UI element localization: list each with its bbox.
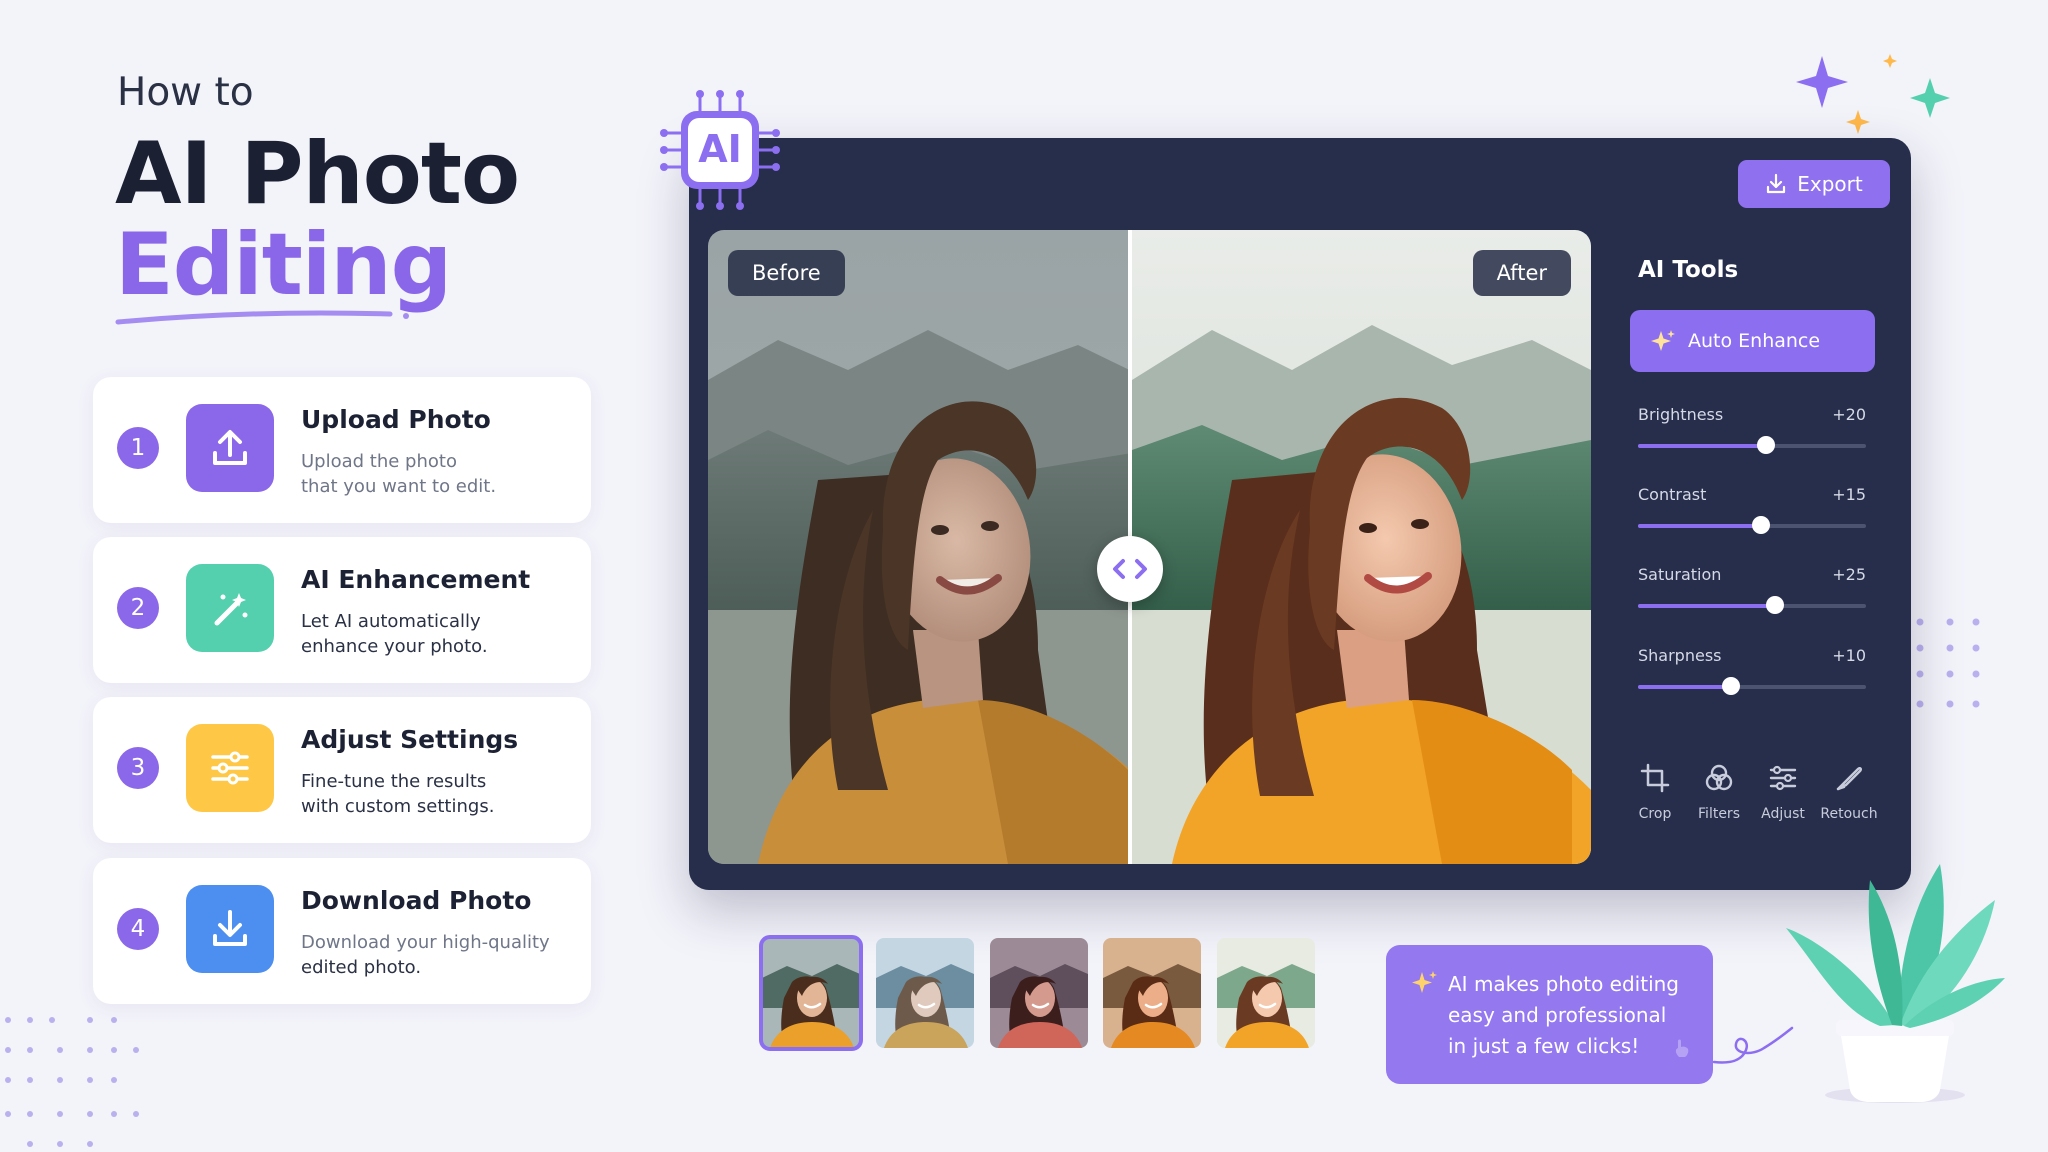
- tool-filters[interactable]: Filters: [1684, 758, 1754, 822]
- step-title: Adjust Settings: [301, 725, 519, 754]
- kicker-text: How to: [117, 70, 254, 115]
- step-card-ai-enhancement[interactable]: 2 AI Enhancement Let AI automatically enh…: [93, 537, 591, 683]
- step-title: Download Photo: [301, 886, 532, 915]
- download-icon: [1767, 173, 1786, 194]
- auto-enhance-button[interactable]: Auto Enhance: [1630, 310, 1875, 372]
- after-label: After: [1472, 250, 1571, 296]
- callout-text: AI makes photo editing easy and professi…: [1448, 972, 1679, 1058]
- sparkle-icon: [1651, 330, 1675, 351]
- before-label: Before: [728, 250, 845, 296]
- auto-enhance-label: Auto Enhance: [1688, 330, 1821, 352]
- before-image: [708, 230, 1130, 864]
- title-underline: [115, 310, 409, 325]
- step-card-upload[interactable]: 1 Upload Photo Upload the photo that you …: [93, 377, 591, 523]
- slider-thumb[interactable]: [1722, 677, 1741, 695]
- slider-label: Sharpness: [1638, 646, 1722, 665]
- slider-sharpness[interactable]: Sharpness +10: [1638, 646, 1866, 706]
- slider-contrast[interactable]: Contrast +15: [1638, 485, 1866, 545]
- export-label: Export: [1797, 172, 1863, 196]
- slider-track[interactable]: [1638, 436, 1866, 454]
- slider-thumb[interactable]: [1752, 516, 1771, 534]
- step-description: Let AI automatically enhance your photo.: [301, 611, 488, 657]
- after-image: [1132, 230, 1591, 864]
- step-card-download[interactable]: 4 Download Photo Download your high-qual…: [93, 858, 591, 1004]
- sparkle-decoration: [1796, 54, 1950, 134]
- info-callout: AI makes photo editing easy and professi…: [1386, 945, 1713, 1084]
- export-button[interactable]: Export: [1738, 160, 1890, 208]
- step-number: 1: [117, 427, 159, 469]
- before-after-compare[interactable]: Before After: [708, 230, 1591, 864]
- slider-track[interactable]: [1638, 677, 1866, 695]
- retouch-icon: [1814, 758, 1884, 798]
- step-card-adjust-settings[interactable]: 3 Adjust Settings Fine-tune the results w…: [93, 697, 591, 843]
- dot-grid-decoration: [5, 1017, 139, 1147]
- slider-fill: [1638, 444, 1766, 448]
- tool-label: Crop: [1638, 806, 1672, 822]
- pointer-hand-icon: [1675, 1039, 1689, 1057]
- ai-chip-label: AI: [698, 127, 742, 171]
- slider-track[interactable]: [1638, 516, 1866, 534]
- slider-value: +15: [1832, 485, 1866, 504]
- filters-icon: [1684, 758, 1754, 798]
- step-description: Fine-tune the results with custom setting…: [301, 771, 495, 817]
- filter-thumbnail-cool[interactable]: [876, 938, 974, 1048]
- sparkle-icon: [1412, 971, 1437, 993]
- step-title: AI Enhancement: [301, 565, 531, 594]
- dot-grid-decoration: [1916, 618, 1980, 708]
- slider-saturation[interactable]: Saturation +25: [1638, 565, 1866, 625]
- slider-track[interactable]: [1638, 596, 1866, 614]
- magic-wand-icon: [186, 564, 274, 652]
- plant-illustration: [1786, 864, 2005, 1103]
- slider-label: Brightness: [1638, 405, 1724, 424]
- slider-thumb[interactable]: [1756, 436, 1775, 454]
- slider-label: Contrast: [1638, 485, 1707, 504]
- slider-brightness[interactable]: Brightness +20: [1638, 405, 1866, 465]
- compare-drag-handle[interactable]: [1097, 536, 1163, 602]
- slider-value: +10: [1832, 646, 1866, 665]
- filter-thumbnail-original[interactable]: [759, 935, 863, 1051]
- tool-crop[interactable]: Crop: [1620, 758, 1690, 822]
- upload-icon: [186, 404, 274, 492]
- download-icon: [186, 885, 274, 973]
- page-title-line1: AI Photo: [115, 124, 520, 224]
- step-description: Download your high-quality edited photo.: [301, 932, 550, 978]
- slider-fill: [1638, 685, 1732, 689]
- slider-value: +25: [1832, 565, 1866, 584]
- slider-value: +20: [1832, 405, 1866, 424]
- ai-chip-icon: AI: [660, 90, 780, 210]
- step-number: 2: [117, 587, 159, 629]
- slider-thumb[interactable]: [1765, 596, 1784, 614]
- crop-icon: [1620, 758, 1690, 798]
- tool-retouch[interactable]: Retouch: [1814, 758, 1884, 822]
- tool-label: Filters: [1698, 806, 1740, 822]
- filter-thumbnail-bright[interactable]: [1217, 938, 1315, 1048]
- adjust-icon: [1748, 758, 1818, 798]
- step-number: 4: [117, 908, 159, 950]
- sliders-icon: [186, 724, 274, 812]
- step-number: 3: [117, 747, 159, 789]
- ai-tools-title: AI Tools: [1638, 257, 1739, 283]
- slider-label: Saturation: [1638, 565, 1722, 584]
- filter-thumbnail-rose[interactable]: [990, 938, 1088, 1048]
- slider-fill: [1638, 604, 1775, 608]
- tool-adjust[interactable]: Adjust: [1748, 758, 1818, 822]
- chevrons-left-right-icon: [1113, 559, 1147, 579]
- slider-fill: [1638, 524, 1762, 528]
- step-title: Upload Photo: [301, 405, 491, 434]
- step-description: Upload the photo that you want to edit.: [301, 451, 497, 497]
- filter-thumbnail-warm[interactable]: [1103, 938, 1201, 1048]
